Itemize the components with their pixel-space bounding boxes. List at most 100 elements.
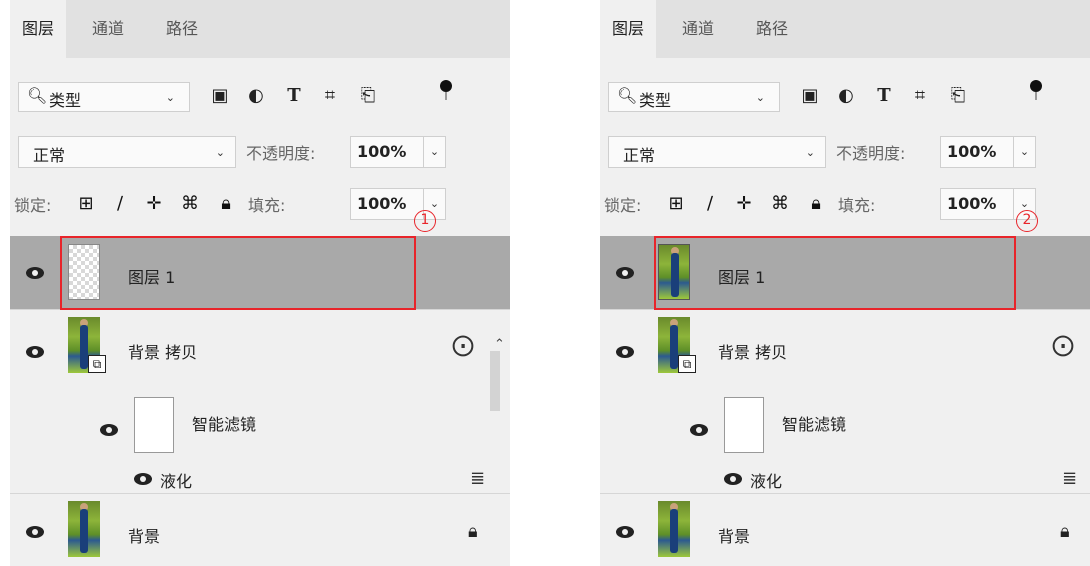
blending-options-icon[interactable]: ≣ xyxy=(1062,468,1077,489)
blend-mode-select[interactable]: 正常 ⌄ xyxy=(18,136,236,168)
chevron-down-icon: ⌄ xyxy=(165,91,175,104)
visibility-eye-icon[interactable] xyxy=(24,525,46,539)
background-thumbnail xyxy=(658,501,690,557)
layers-panel-left: 图层 通道 路径 🔍︎ 类型 ⌄ ▣ ◐ T ⌗ ⎗ 正常 ⌄ 不透明度: 10… xyxy=(10,0,510,566)
lock-label: 锁定: xyxy=(14,196,52,215)
step-marker: 1 xyxy=(414,210,436,232)
visibility-eye-icon[interactable] xyxy=(24,266,46,280)
lock-all-icon[interactable]: 🔒︎ xyxy=(804,192,828,216)
visibility-eye-icon[interactable] xyxy=(98,423,120,437)
visibility-eye-icon[interactable] xyxy=(722,472,744,486)
lock-image-pixels-icon[interactable]: ∕ xyxy=(698,192,722,216)
image-filter-icon[interactable]: ▣ xyxy=(206,82,234,110)
filter-name: 液化 xyxy=(160,472,193,491)
visibility-eye-icon[interactable] xyxy=(614,525,636,539)
blend-mode-select[interactable]: 正常 ⌄ xyxy=(608,136,826,168)
layer-name: 背景 拷贝 xyxy=(128,343,198,362)
layer-row-background-copy[interactable]: ⧉ 背景 拷贝 ⨀ xyxy=(600,311,1090,391)
visibility-eye-icon[interactable] xyxy=(614,266,636,280)
visibility-eye-icon[interactable] xyxy=(24,345,46,359)
highlight-box xyxy=(654,236,1016,310)
lock-all-icon[interactable]: 🔒︎ xyxy=(214,192,238,216)
lock-position-icon[interactable]: ✛ xyxy=(142,192,166,216)
lock-transparent-pixels-icon[interactable]: ⊞ xyxy=(74,192,98,216)
lock-transparent-pixels-icon[interactable]: ⊞ xyxy=(664,192,688,216)
type-filter-icon[interactable]: T xyxy=(280,82,308,110)
chevron-down-icon: ⌄ xyxy=(215,146,225,159)
lock-position-icon[interactable]: ✛ xyxy=(732,192,756,216)
chevron-down-icon: ⌄ xyxy=(755,91,765,104)
layer-name: 背景 xyxy=(718,527,751,546)
step-marker: 2 xyxy=(1016,210,1038,232)
opacity-label: 不透明度: xyxy=(246,144,316,163)
opacity-dropdown-button[interactable]: ⌄ xyxy=(1014,136,1036,168)
smart-filters-label: 智能滤镜 xyxy=(192,415,257,434)
smart-filters-label: 智能滤镜 xyxy=(782,415,847,434)
shape-filter-icon[interactable]: ⌗ xyxy=(316,82,344,110)
fill-field[interactable]: 100% xyxy=(940,188,1014,220)
filter-toggle-icon[interactable] xyxy=(1030,80,1042,100)
highlight-box xyxy=(60,236,416,310)
image-filter-icon[interactable]: ▣ xyxy=(796,82,824,110)
blend-row: 正常 ⌄ 不透明度: 100% ⌄ xyxy=(600,130,1090,174)
blending-options-icon[interactable]: ≣ xyxy=(470,468,485,489)
search-icon: 🔍︎ xyxy=(27,86,48,105)
liquify-filter-row[interactable]: 液化 ≣ xyxy=(600,466,1090,494)
prevent-autonest-icon[interactable]: ⌘ xyxy=(178,192,202,216)
smart-filter-mask-thumbnail xyxy=(724,397,764,453)
panel-tab-bar: 图层 通道 路径 xyxy=(10,0,510,58)
smart-filter-visibility-icon[interactable]: ⨀ xyxy=(452,333,474,358)
lock-label: 锁定: xyxy=(604,196,642,215)
smart-filters-row[interactable]: 智能滤镜 xyxy=(10,391,510,466)
smart-filters-row[interactable]: 智能滤镜 xyxy=(600,391,1090,466)
layer-name: 背景 xyxy=(128,527,161,546)
lock-icon: 🔒︎ xyxy=(1060,521,1070,542)
lock-icon: 🔒︎ xyxy=(468,521,478,542)
fill-field[interactable]: 100% xyxy=(350,188,424,220)
opacity-label: 不透明度: xyxy=(836,144,906,163)
filter-row: 🔍︎ 类型 ⌄ ▣ ◐ T ⌗ ⎗ xyxy=(10,74,510,118)
opacity-dropdown-button[interactable]: ⌄ xyxy=(424,136,446,168)
fill-label: 填充: xyxy=(248,196,286,215)
smart-filter-mask-thumbnail xyxy=(134,397,174,453)
opacity-field[interactable]: 100% xyxy=(350,136,424,168)
background-thumbnail xyxy=(68,501,100,557)
chevron-down-icon: ⌄ xyxy=(805,146,815,159)
tab-channels[interactable]: 通道 xyxy=(682,0,714,58)
tab-paths[interactable]: 路径 xyxy=(756,0,788,58)
layers-panel-right: 图层 通道 路径 🔍︎ 类型 ⌄ ▣ ◐ T ⌗ ⎗ 正常 ⌄ 不透明度: 10… xyxy=(600,0,1090,566)
panel-tab-bar: 图层 通道 路径 xyxy=(600,0,1090,58)
smart-object-badge-icon: ⧉ xyxy=(88,355,106,373)
search-icon: 🔍︎ xyxy=(617,86,638,105)
filter-kind-select[interactable]: 🔍︎ 类型 ⌄ xyxy=(608,82,780,112)
collapse-caret-icon[interactable]: ⌃ xyxy=(494,337,505,352)
tab-channels[interactable]: 通道 xyxy=(92,0,124,58)
lock-image-pixels-icon[interactable]: ∕ xyxy=(108,192,132,216)
adjustment-filter-icon[interactable]: ◐ xyxy=(832,82,860,110)
blend-row: 正常 ⌄ 不透明度: 100% ⌄ xyxy=(10,130,510,174)
layer-row-background[interactable]: 背景 🔒︎ xyxy=(10,495,510,566)
tab-paths[interactable]: 路径 xyxy=(166,0,198,58)
layer-row-background[interactable]: 背景 🔒︎ xyxy=(600,495,1090,566)
smart-filter-visibility-icon[interactable]: ⨀ xyxy=(1052,333,1074,358)
smart-object-filter-icon[interactable]: ⎗ xyxy=(354,82,382,110)
tab-layers[interactable]: 图层 xyxy=(10,0,67,58)
filter-kind-select[interactable]: 🔍︎ 类型 ⌄ xyxy=(18,82,190,112)
prevent-autonest-icon[interactable]: ⌘ xyxy=(768,192,792,216)
adjustment-filter-icon[interactable]: ◐ xyxy=(242,82,270,110)
filter-row: 🔍︎ 类型 ⌄ ▣ ◐ T ⌗ ⎗ xyxy=(600,74,1090,118)
smart-object-badge-icon: ⧉ xyxy=(678,355,696,373)
liquify-filter-row[interactable]: 液化 ≣ xyxy=(10,466,510,494)
tab-layers[interactable]: 图层 xyxy=(600,0,657,58)
visibility-eye-icon[interactable] xyxy=(688,423,710,437)
layer-row-background-copy[interactable]: ⧉ 背景 拷贝 ⨀ ⌃ xyxy=(10,311,510,411)
fill-label: 填充: xyxy=(838,196,876,215)
smart-object-filter-icon[interactable]: ⎗ xyxy=(944,82,972,110)
filter-name: 液化 xyxy=(750,472,783,491)
visibility-eye-icon[interactable] xyxy=(132,472,154,486)
opacity-field[interactable]: 100% xyxy=(940,136,1014,168)
type-filter-icon[interactable]: T xyxy=(870,82,898,110)
filter-toggle-icon[interactable] xyxy=(440,80,452,100)
visibility-eye-icon[interactable] xyxy=(614,345,636,359)
shape-filter-icon[interactable]: ⌗ xyxy=(906,82,934,110)
